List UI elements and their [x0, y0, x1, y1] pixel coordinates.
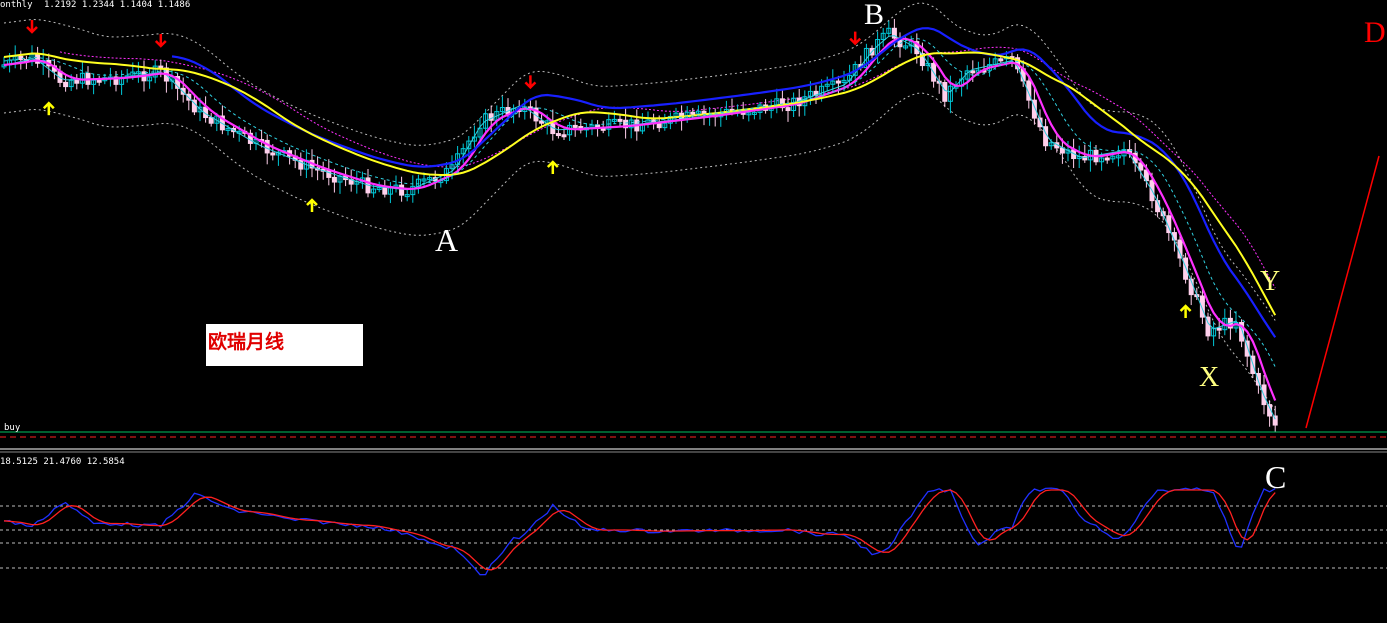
- wave-label-c: C: [1265, 459, 1287, 495]
- timeframe-label: onthly: [0, 0, 33, 10]
- wave-label-y: Y: [1260, 266, 1281, 297]
- candle-body: [270, 152, 276, 156]
- candle-body: [63, 81, 69, 88]
- candle-body: [326, 169, 332, 178]
- wave-label-x: X: [1199, 362, 1220, 393]
- chart-canvas: [0, 0, 1387, 623]
- candle-body: [382, 187, 388, 195]
- candle-body: [1255, 372, 1261, 386]
- candle-body: [785, 107, 791, 112]
- candle-body: [208, 117, 214, 124]
- candle-body: [572, 124, 578, 128]
- wave-label-d: D: [1364, 16, 1386, 49]
- candle-body: [74, 79, 80, 84]
- wave-label-b: B: [864, 0, 885, 31]
- candle-body: [264, 139, 270, 154]
- candle-body: [1216, 327, 1222, 331]
- candle-body: [998, 58, 1004, 62]
- candle: [1205, 312, 1211, 341]
- candle-body: [331, 176, 337, 183]
- oscillator-header: 18.5125 21.4760 12.5854: [0, 457, 125, 467]
- candle-body: [561, 134, 567, 138]
- candle-body: [617, 118, 623, 122]
- candle-body: [656, 123, 662, 129]
- candle-body: [690, 111, 696, 115]
- chart-note: 欧瑞月线: [206, 324, 363, 366]
- candle-body: [970, 70, 976, 74]
- candle-body: [399, 184, 405, 196]
- buy-line-label: buy: [4, 423, 21, 433]
- candle-body: [555, 133, 561, 137]
- candle-body: [1104, 157, 1110, 161]
- candle-body: [96, 79, 102, 83]
- candle-body: [1183, 257, 1189, 280]
- candle-body: [835, 80, 841, 84]
- chart-header: onthly 1.2192 1.2344 1.1404 1.1486: [0, 0, 190, 10]
- ohlc-readout: 1.2192 1.2344 1.1404 1.1486: [43, 0, 191, 10]
- wave-label-a: A: [435, 222, 459, 258]
- candle-body: [942, 81, 948, 102]
- chart-note-text: 欧瑞月线: [208, 331, 285, 353]
